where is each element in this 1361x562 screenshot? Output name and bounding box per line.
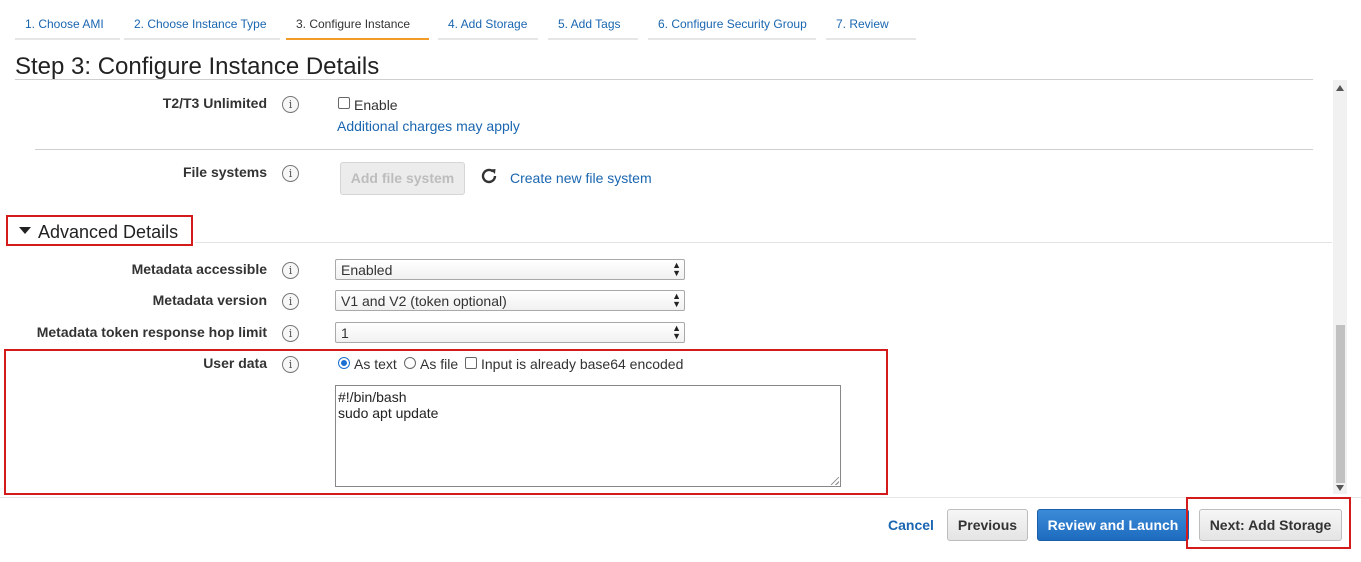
advanced-details-toggle[interactable]: Advanced Details [38, 222, 178, 243]
review-and-launch-button[interactable]: Review and Launch [1037, 509, 1189, 541]
user-data-line: sudo apt update [338, 405, 439, 421]
info-icon[interactable]: i [282, 325, 299, 342]
content-scrollbar[interactable] [1333, 80, 1347, 494]
previous-button[interactable]: Previous [947, 509, 1028, 541]
user-data-label: User data [203, 355, 267, 371]
as-file-label: As file [420, 356, 459, 372]
metadata-accessible-select[interactable]: Enabled ▲ ▼ [335, 259, 685, 280]
enable-label: Enable [354, 97, 398, 113]
tab-label: 6. Configure Security Group [658, 17, 807, 31]
hop-limit-select[interactable]: 1 ▲ ▼ [335, 322, 685, 343]
advanced-divider [195, 242, 1332, 243]
scroll-up-icon[interactable] [1336, 85, 1344, 91]
select-arrows-icon: ▲ ▼ [672, 260, 681, 278]
tab-label: 1. Choose AMI [25, 17, 104, 31]
tab-label: 7. Review [836, 17, 889, 31]
refresh-icon-svg [481, 168, 497, 184]
info-icon[interactable]: i [282, 165, 299, 182]
as-text-label: As text [354, 356, 397, 372]
footer-divider [0, 497, 1361, 498]
scroll-down-icon[interactable] [1336, 485, 1344, 491]
tab-review[interactable]: 7. Review [826, 13, 916, 40]
section-divider [35, 149, 1313, 150]
info-icon[interactable]: i [282, 293, 299, 310]
file-systems-label: File systems [182, 164, 267, 180]
select-value: 1 [341, 325, 349, 341]
tab-label: 3. Configure Instance [296, 17, 411, 31]
select-arrows-icon: ▲ ▼ [672, 291, 681, 309]
base64-label: Input is already base64 encoded [481, 356, 684, 372]
metadata-version-select[interactable]: V1 and V2 (token optional) ▲ ▼ [335, 290, 685, 311]
as-file-radio[interactable] [404, 357, 416, 369]
create-new-file-system-link[interactable]: Create new file system [510, 170, 652, 186]
t2t3-unlimited-label: T2/T3 Unlimited [162, 95, 267, 111]
scrollbar-thumb[interactable] [1336, 325, 1345, 483]
info-icon[interactable]: i [282, 356, 299, 373]
as-text-radio[interactable] [338, 357, 350, 369]
tab-label: 2. Choose Instance Type [134, 17, 267, 31]
select-value: V1 and V2 (token optional) [341, 293, 507, 309]
hop-limit-label: Metadata token response hop limit [36, 324, 267, 340]
cancel-link[interactable]: Cancel [888, 517, 934, 533]
info-icon[interactable]: i [282, 96, 299, 113]
user-data-line: #!/bin/bash [338, 389, 407, 405]
tab-add-tags[interactable]: 5. Add Tags [548, 13, 638, 40]
additional-charges-link[interactable]: Additional charges may apply [337, 118, 520, 134]
metadata-accessible-label: Metadata accessible [131, 261, 267, 277]
enable-unlimited-checkbox[interactable] [338, 97, 350, 109]
select-arrows-icon: ▲ ▼ [672, 323, 681, 341]
info-icon[interactable]: i [282, 262, 299, 279]
refresh-icon[interactable] [479, 166, 499, 191]
add-file-system-button[interactable]: Add file system [340, 162, 465, 195]
resize-grip-icon[interactable] [831, 477, 839, 485]
caret-down-icon[interactable] [18, 223, 32, 241]
tab-add-storage[interactable]: 4. Add Storage [438, 13, 538, 40]
tab-choose-instance-type[interactable]: 2. Choose Instance Type [124, 13, 280, 40]
tab-configure-security-group[interactable]: 6. Configure Security Group [648, 13, 816, 40]
tab-choose-ami[interactable]: 1. Choose AMI [15, 13, 120, 40]
title-divider [15, 79, 1313, 80]
tab-configure-instance[interactable]: 3. Configure Instance [286, 13, 429, 40]
tab-label: 5. Add Tags [558, 17, 621, 31]
select-value: Enabled [341, 262, 393, 278]
page-title: Step 3: Configure Instance Details [15, 53, 380, 80]
base64-checkbox[interactable] [465, 357, 477, 369]
metadata-version-label: Metadata version [152, 292, 267, 308]
tab-label: 4. Add Storage [448, 17, 528, 31]
user-data-textarea[interactable]: #!/bin/bash sudo apt update [335, 385, 841, 487]
next-add-storage-button[interactable]: Next: Add Storage [1199, 509, 1342, 541]
